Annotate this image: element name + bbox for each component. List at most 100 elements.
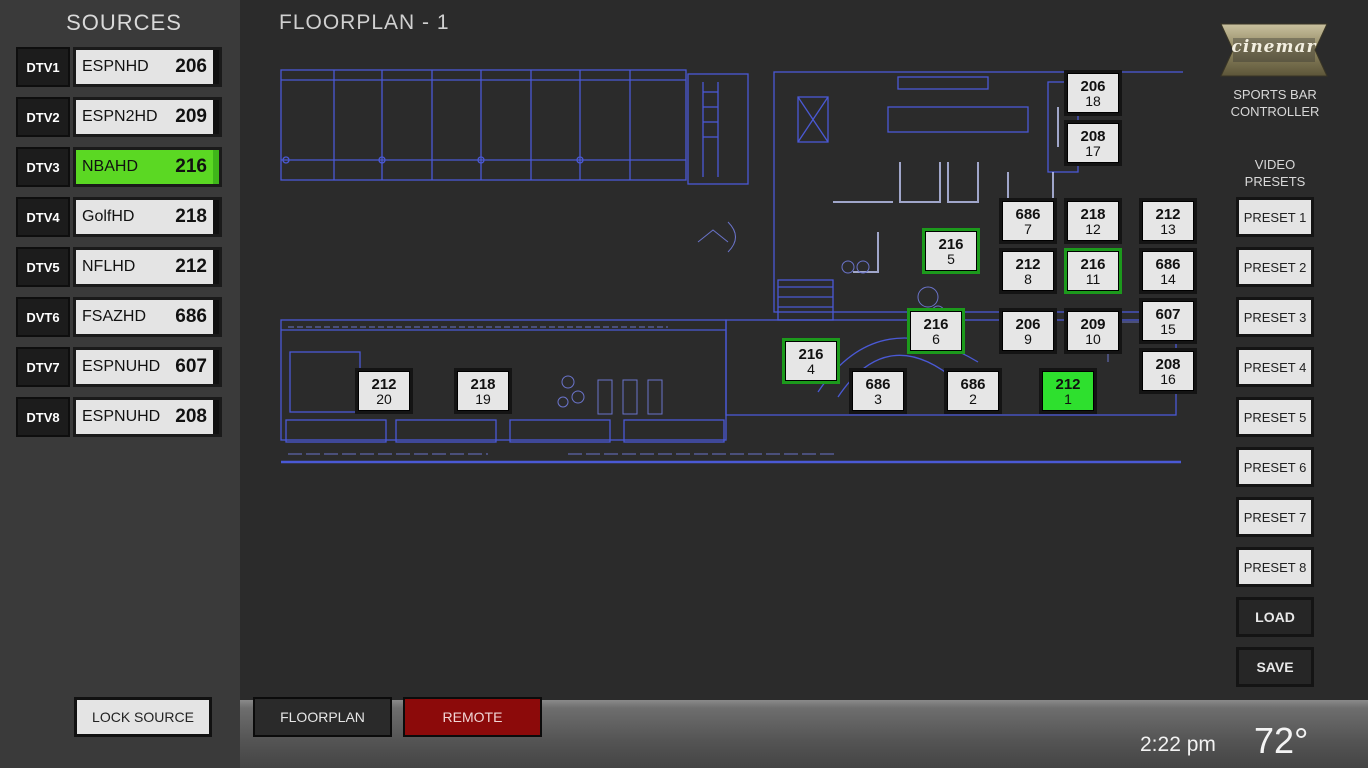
source-row-dtv5[interactable]: DTV5 NFLHD 212: [16, 247, 222, 287]
source-button[interactable]: NFLHD 212: [73, 247, 222, 287]
app-label-line2: CONTROLLER: [1230, 104, 1320, 119]
source-name: ESPNUHD: [82, 408, 161, 425]
presets-label-line2: PRESETS: [1244, 174, 1306, 189]
source-channel: 607: [175, 356, 207, 377]
tv-14[interactable]: 686 14: [1139, 248, 1197, 294]
tv-5[interactable]: 216 5: [922, 228, 980, 274]
source-button[interactable]: FSAZHD 686: [73, 297, 222, 337]
tv-3[interactable]: 686 3: [849, 368, 907, 414]
tv-number: 15: [1160, 320, 1176, 337]
tv-12[interactable]: 218 12: [1064, 198, 1122, 244]
tv-channel: 686: [960, 375, 986, 393]
tv-channel: 209: [1080, 315, 1106, 333]
preset-label: PRESET 6: [1239, 450, 1311, 484]
tv-13[interactable]: 212 13: [1139, 198, 1197, 244]
temperature-readout: 72°: [1254, 720, 1309, 761]
source-button[interactable]: NBAHD 216: [73, 147, 222, 187]
tv-1[interactable]: 212 1: [1039, 368, 1097, 414]
preset-1-button[interactable]: PRESET 1: [1236, 197, 1314, 237]
lock-source-label: LOCK SOURCE: [77, 700, 209, 734]
tv-number: 16: [1160, 370, 1176, 387]
floorplan-tab-button[interactable]: FLOORPLAN: [253, 697, 392, 737]
tv-number: 2: [969, 390, 977, 407]
tv-channel: 686: [1015, 205, 1041, 223]
page-title: FLOORPLAN - 1: [279, 11, 450, 34]
tv-channel: 686: [1155, 255, 1181, 273]
source-channel: 218: [175, 206, 207, 227]
tv-channel: 216: [798, 345, 824, 363]
sources-sidebar: SOURCES DTV1 ESPNHD 206 DTV2 ESPN2HD 209…: [0, 0, 240, 768]
tv-20[interactable]: 212 20: [355, 368, 413, 414]
presets-label: VIDEO PRESETS: [1222, 156, 1328, 190]
source-tag: DTV2: [16, 97, 70, 137]
sources-title: SOURCES: [66, 10, 182, 35]
logo-text: cinemar: [1231, 37, 1317, 57]
tv-6[interactable]: 216 6: [907, 308, 965, 354]
preset-label: PRESET 7: [1239, 500, 1311, 534]
tv-8[interactable]: 212 8: [999, 248, 1057, 294]
source-button[interactable]: ESPNHD 206: [73, 47, 222, 87]
tv-9[interactable]: 206 9: [999, 308, 1057, 354]
tv-16[interactable]: 208 16: [1139, 348, 1197, 394]
preset-label: PRESET 3: [1239, 300, 1311, 334]
source-tag: DTV3: [16, 147, 70, 187]
tv-number: 9: [1024, 330, 1032, 347]
tv-number: 18: [1085, 92, 1101, 109]
source-button[interactable]: GolfHD 218: [73, 197, 222, 237]
app-window: SOURCES DTV1 ESPNHD 206 DTV2 ESPN2HD 209…: [0, 0, 1368, 768]
source-row-dtv2[interactable]: DTV2 ESPN2HD 209: [16, 97, 222, 137]
tv-number: 12: [1085, 220, 1101, 237]
source-channel: 206: [175, 56, 207, 77]
remote-tab-label: REMOTE: [405, 699, 540, 735]
preset-3-button[interactable]: PRESET 3: [1236, 297, 1314, 337]
tv-2[interactable]: 686 2: [944, 368, 1002, 414]
preset-4-button[interactable]: PRESET 4: [1236, 347, 1314, 387]
preset-2-button[interactable]: PRESET 2: [1236, 247, 1314, 287]
preset-6-button[interactable]: PRESET 6: [1236, 447, 1314, 487]
tv-17[interactable]: 208 17: [1064, 120, 1122, 166]
tv-channel: 208: [1155, 355, 1181, 373]
source-tag: DTV5: [16, 247, 70, 287]
source-button[interactable]: ESPNUHD 607: [73, 347, 222, 387]
preset-7-button[interactable]: PRESET 7: [1236, 497, 1314, 537]
source-tag: DVT6: [16, 297, 70, 337]
source-row-dvt6[interactable]: DVT6 FSAZHD 686: [16, 297, 222, 337]
tv-11[interactable]: 216 11: [1064, 248, 1122, 294]
tv-4[interactable]: 216 4: [782, 338, 840, 384]
tv-10[interactable]: 209 10: [1064, 308, 1122, 354]
remote-tab-button[interactable]: REMOTE: [403, 697, 542, 737]
tv-channel: 216: [938, 235, 964, 253]
source-tag: DTV7: [16, 347, 70, 387]
preset-label: PRESET 2: [1239, 250, 1311, 284]
source-button[interactable]: ESPNUHD 208: [73, 397, 222, 437]
app-label-line1: SPORTS BAR: [1233, 87, 1317, 102]
tv-19[interactable]: 218 19: [454, 368, 512, 414]
lock-source-button[interactable]: LOCK SOURCE: [74, 697, 212, 737]
source-channel: 212: [175, 256, 207, 277]
tv-number: 14: [1160, 270, 1176, 287]
save-button[interactable]: SAVE: [1236, 647, 1314, 687]
load-label: LOAD: [1239, 600, 1311, 634]
floorplan-map: 206 18 208 17 686 7 218 12 212 13 216 5 212 8 2…: [278, 62, 1197, 467]
preset-5-button[interactable]: PRESET 5: [1236, 397, 1314, 437]
load-button[interactable]: LOAD: [1236, 597, 1314, 637]
tv-7[interactable]: 686 7: [999, 198, 1057, 244]
source-tag: DTV8: [16, 397, 70, 437]
tv-number: 6: [932, 330, 940, 347]
source-name: NBAHD: [82, 158, 139, 175]
tv-15[interactable]: 607 15: [1139, 298, 1197, 344]
source-button[interactable]: ESPN2HD 209: [73, 97, 222, 137]
source-tag: DTV4: [16, 197, 70, 237]
tv-number: 10: [1085, 330, 1101, 347]
source-row-dtv8[interactable]: DTV8 ESPNUHD 208: [16, 397, 222, 437]
tv-channel: 212: [1055, 375, 1081, 393]
tv-number: 7: [1024, 220, 1032, 237]
source-row-dtv7[interactable]: DTV7 ESPNUHD 607: [16, 347, 222, 387]
presets-label-line1: VIDEO: [1254, 157, 1296, 172]
source-row-dtv4[interactable]: DTV4 GolfHD 218: [16, 197, 222, 237]
source-name: FSAZHD: [82, 308, 146, 325]
source-row-dtv3[interactable]: DTV3 NBAHD 216: [16, 147, 222, 187]
preset-8-button[interactable]: PRESET 8: [1236, 547, 1314, 587]
tv-18[interactable]: 206 18: [1064, 70, 1122, 116]
source-row-dtv1[interactable]: DTV1 ESPNHD 206: [16, 47, 222, 87]
